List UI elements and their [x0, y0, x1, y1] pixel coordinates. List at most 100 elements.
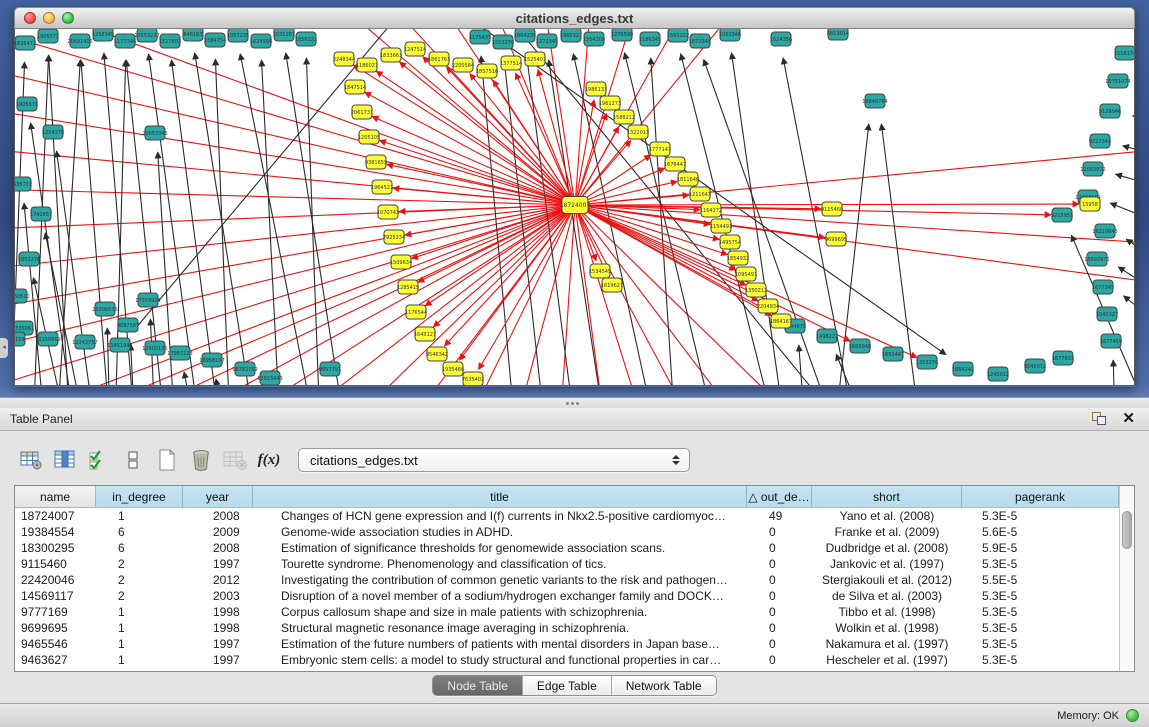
- graph-node[interactable]: 1677345: [1092, 280, 1114, 294]
- graph-node[interactable]: 1186345: [639, 32, 661, 46]
- graph-node[interactable]: 1272345: [536, 34, 558, 48]
- graph-node[interactable]: 2061731: [351, 105, 373, 119]
- scrollbar-thumb[interactable]: [1122, 511, 1132, 549]
- graph-node[interactable]: 1964521: [371, 180, 393, 194]
- graph-node[interactable]: 1258345: [92, 29, 114, 41]
- table-row[interactable]: 946554611997Estimation of the future num…: [15, 636, 1119, 652]
- graph-node[interactable]: 1905573: [16, 97, 38, 111]
- graph-node[interactable]: 1553276: [492, 35, 514, 49]
- graph-node[interactable]: 1835472: [15, 36, 36, 50]
- graph-node[interactable]: 1518174: [1114, 46, 1134, 60]
- graph-node[interactable]: 10553257: [134, 29, 159, 42]
- graph-node[interactable]: 18724007: [560, 197, 591, 214]
- table-vertical-scrollbar[interactable]: [1119, 486, 1134, 671]
- graph-node[interactable]: 1905572: [37, 29, 59, 43]
- graph-node[interactable]: 1676447: [664, 157, 686, 171]
- graph-node[interactable]: 20206576: [92, 302, 117, 316]
- tab-network-table[interactable]: Network Table: [612, 676, 716, 695]
- graph-node[interactable]: 17957223: [167, 346, 192, 360]
- column-header-3[interactable]: title: [253, 486, 747, 508]
- graph-node[interactable]: 1677459: [1100, 334, 1122, 348]
- graph-node[interactable]: 1186021: [356, 58, 378, 72]
- graph-node[interactable]: 1609948: [849, 339, 871, 353]
- graph-node[interactable]: 1176544: [405, 305, 427, 319]
- table-row[interactable]: 1872400712008Changes of HCN gene express…: [15, 508, 1119, 524]
- citation-edge-black[interactable]: [1123, 146, 1134, 157]
- tab-node-table[interactable]: Node Table: [433, 676, 523, 695]
- column-header-1[interactable]: in_degree: [96, 486, 183, 508]
- table-row[interactable]: 977716911998Corpus callosum shape and si…: [15, 604, 1119, 620]
- graph-node[interactable]: 1177346: [114, 34, 136, 48]
- graph-node[interactable]: 1854932: [727, 251, 749, 265]
- graph-node[interactable]: 9097587: [117, 318, 139, 332]
- citation-edge-red[interactable]: [575, 195, 689, 205]
- graph-node[interactable]: 1624568: [250, 34, 272, 48]
- graph-node[interactable]: 16958107: [199, 353, 224, 367]
- graph-node[interactable]: 20691406: [67, 34, 92, 48]
- graph-node[interactable]: 12505135: [142, 341, 167, 355]
- table-row[interactable]: 969969511998Structural magnetic resonanc…: [15, 620, 1119, 636]
- graph-node[interactable]: 2200584: [452, 58, 474, 72]
- graph-node[interactable]: 1164272: [700, 203, 722, 217]
- citation-edge-red[interactable]: [165, 205, 575, 386]
- citation-edge-black[interactable]: [1110, 203, 1134, 225]
- graph-node[interactable]: 1175433: [469, 30, 491, 44]
- graph-node[interactable]: 1811646: [677, 172, 699, 186]
- citation-edge-red[interactable]: [460, 205, 575, 360]
- graph-node[interactable]: 1986133: [585, 82, 607, 96]
- table-row[interactable]: 1456911722003Disruption of a novel membe…: [15, 588, 1119, 604]
- graph-node[interactable]: 12093872: [1080, 162, 1105, 176]
- graph-node[interactable]: 1872345: [689, 34, 711, 48]
- graph-node[interactable]: 1509634: [390, 255, 412, 269]
- graph-node[interactable]: 9546342: [426, 347, 448, 361]
- citation-edge-black[interactable]: [107, 328, 110, 386]
- graph-node[interactable]: 17359924: [135, 293, 160, 307]
- graph-node[interactable]: 1322013: [627, 125, 649, 139]
- citation-edge-red[interactable]: [575, 140, 631, 205]
- graph-node[interactable]: 1154493: [710, 219, 732, 233]
- graph-node[interactable]: 1563222: [667, 29, 689, 42]
- graph-node[interactable]: 9215953: [1051, 208, 1073, 222]
- tab-edge-table[interactable]: Edge Table: [523, 676, 612, 695]
- graph-node[interactable]: 1534545: [589, 264, 611, 278]
- graph-node[interactable]: 1245012: [987, 367, 1009, 381]
- citation-edge-red[interactable]: [400, 62, 575, 205]
- graph-node[interactable]: 11451944: [107, 338, 132, 352]
- graph-node[interactable]: 1095491: [735, 267, 757, 281]
- citation-edge-black[interactable]: [1133, 116, 1134, 124]
- graph-node[interactable]: 2204934: [757, 299, 779, 313]
- citation-edge-black[interactable]: [799, 345, 805, 386]
- citation-edge-black[interactable]: [651, 58, 675, 386]
- graph-node[interactable]: 1247514: [404, 42, 426, 56]
- citation-edge-black[interactable]: [1118, 267, 1134, 297]
- graph-node[interactable]: 20053346: [142, 126, 167, 140]
- graph-node[interactable]: 646163: [183, 29, 203, 41]
- graph-node[interactable]: 1643127: [414, 327, 436, 341]
- unselect-rows-button[interactable]: [116, 446, 150, 474]
- graph-node[interactable]: 1285415: [397, 280, 419, 294]
- graph-node[interactable]: 1847514: [344, 80, 366, 94]
- table-select-combobox[interactable]: citations_edges.txt: [298, 448, 690, 472]
- graph-node[interactable]: 16210643: [1092, 224, 1117, 238]
- graph-node[interactable]: 1833663: [380, 48, 402, 62]
- citation-edge-black[interactable]: [262, 60, 280, 386]
- graph-node[interactable]: 1777143: [649, 142, 671, 156]
- citation-edge-black[interactable]: [216, 379, 225, 386]
- table-settings-button[interactable]: [14, 446, 48, 474]
- graph-node[interactable]: 9381659: [365, 155, 387, 169]
- graph-node[interactable]: 1677833: [1052, 351, 1074, 365]
- column-header-2[interactable]: year: [183, 486, 253, 508]
- graph-node[interactable]: 1053346: [719, 29, 741, 41]
- citation-edge-black[interactable]: [1126, 239, 1134, 265]
- citation-edge-black[interactable]: [732, 53, 785, 386]
- graph-node[interactable]: 1864242: [952, 362, 974, 376]
- graph-node[interactable]: 1276590: [611, 29, 633, 41]
- graph-node[interactable]: 1864235: [514, 29, 536, 42]
- graph-node[interactable]: 1070743: [377, 205, 399, 219]
- graph-node[interactable]: 7925234: [383, 230, 405, 244]
- graph-node[interactable]: 1691447: [882, 347, 904, 361]
- graph-node[interactable]: 1864161: [770, 314, 792, 328]
- citation-edge-red[interactable]: [575, 113, 606, 205]
- graph-node[interactable]: 1057235: [227, 29, 249, 42]
- graph-node[interactable]: 7635402: [462, 372, 484, 386]
